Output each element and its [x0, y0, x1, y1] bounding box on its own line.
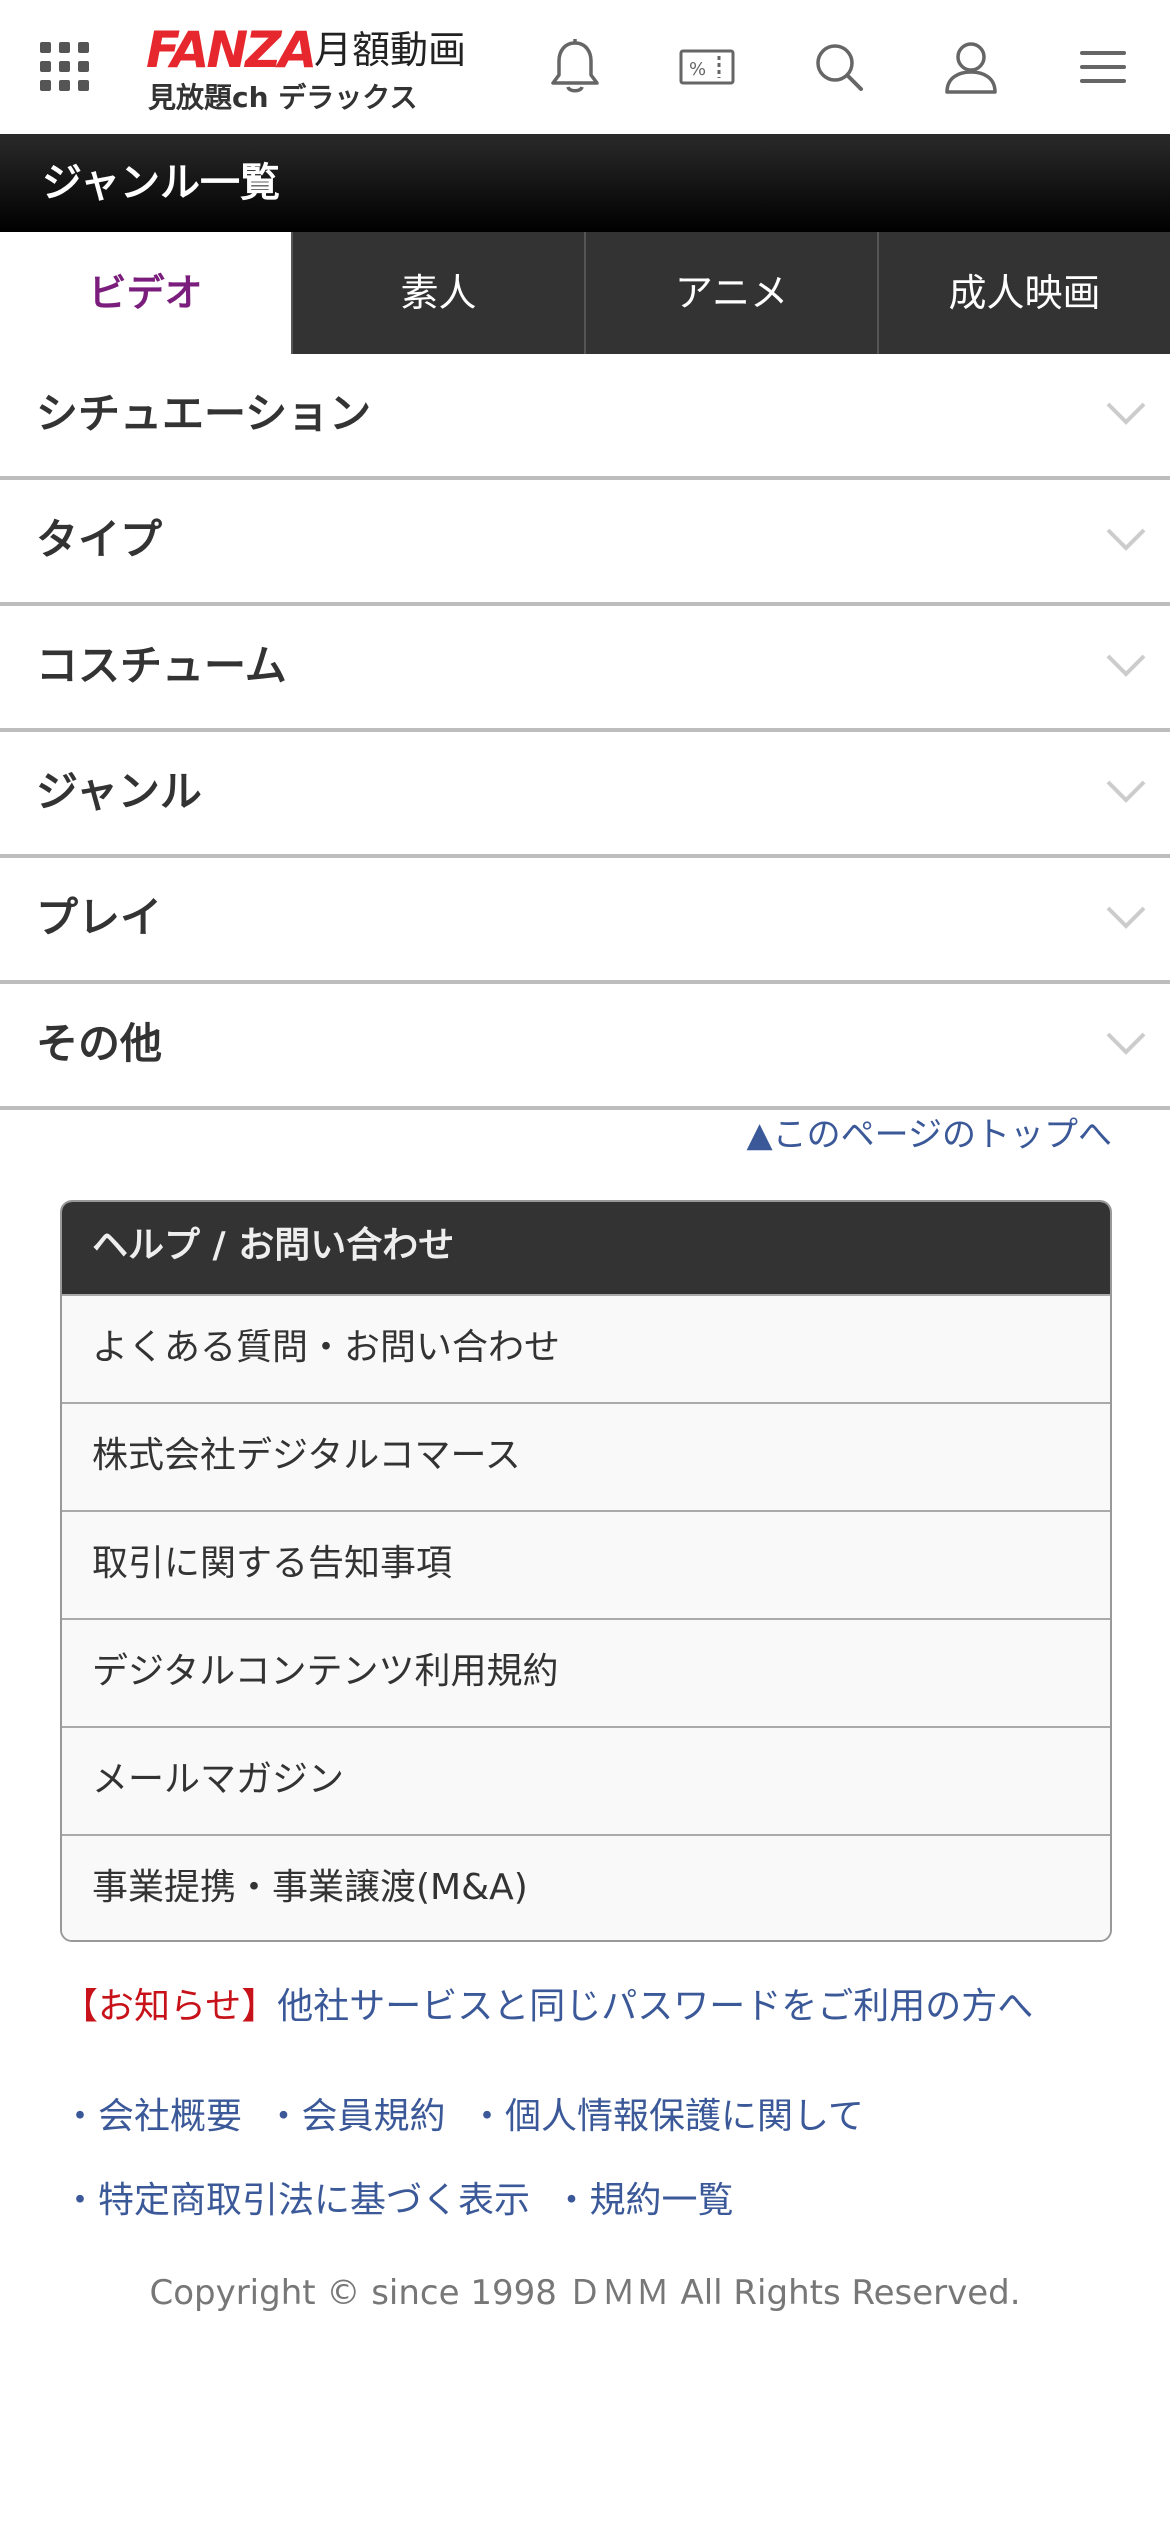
accordion-label: プレイ: [36, 893, 163, 942]
help-link-company[interactable]: 株式会社デジタルコマース: [62, 1402, 1110, 1510]
accordion-label: ジャンル: [36, 767, 202, 816]
help-link-mail-magazine[interactable]: メールマガジン: [62, 1726, 1110, 1834]
accordion-label: その他: [36, 1019, 163, 1068]
chevron-down-icon: [1106, 1032, 1146, 1055]
footer-link-privacy[interactable]: ・個人情報保護に関して: [469, 2096, 864, 2137]
accordion-item-situation[interactable]: シチュエーション: [0, 354, 1170, 480]
chevron-down-icon: [1106, 906, 1146, 929]
user-icon[interactable]: [928, 24, 1014, 110]
help-link-faq[interactable]: よくある質問・お問い合わせ: [62, 1294, 1110, 1402]
page-title: ジャンル一覧: [0, 134, 1170, 232]
accordion-item-costume[interactable]: コスチューム: [0, 606, 1170, 732]
help-link-trade-notice[interactable]: 取引に関する告知事項: [62, 1510, 1110, 1618]
help-box: ヘルプ / お問い合わせ よくある質問・お問い合わせ 株式会社デジタルコマース …: [60, 1200, 1112, 1942]
accordion-item-type[interactable]: タイプ: [0, 480, 1170, 606]
chevron-down-icon: [1106, 780, 1146, 803]
footer-link-commercial-law[interactable]: ・特定商取引法に基づく表示: [62, 2180, 530, 2221]
help-heading: ヘルプ / お問い合わせ: [62, 1202, 1110, 1294]
logo-brand: FANZA: [146, 21, 317, 79]
svg-text:%: %: [689, 59, 706, 80]
tab-video[interactable]: ビデオ: [0, 232, 291, 354]
coupon-icon[interactable]: %: [664, 24, 750, 110]
notice-label: 【お知らせ】: [62, 1986, 278, 2027]
tab-amateur[interactable]: 素人: [291, 232, 584, 354]
copyright: Copyright © since 1998 ＤＭＭ All Rights Re…: [149, 2273, 1021, 2313]
site-logo[interactable]: FANZA 月額動画 見放題ch デラックス: [146, 22, 506, 122]
chevron-down-icon: [1106, 654, 1146, 677]
footer-link-terms-list[interactable]: ・規約一覧: [553, 2180, 733, 2221]
footer-links-row-2: ・特定商取引法に基づく表示 ・規約一覧: [62, 2174, 745, 2228]
tab-anime[interactable]: アニメ: [584, 232, 877, 354]
footer-link-company-profile[interactable]: ・会社概要: [62, 2096, 242, 2137]
logo-subtitle: 見放題ch デラックス: [148, 81, 418, 114]
notice: 【お知らせ】他社サービスと同じパスワードをご利用の方へ: [62, 1980, 1033, 2034]
accordion-label: コスチューム: [36, 641, 287, 690]
chevron-down-icon: [1106, 402, 1146, 425]
logo-title: 月額動画: [314, 28, 467, 72]
help-link-content-terms[interactable]: デジタルコンテンツ利用規約: [62, 1618, 1110, 1726]
accordion-item-other[interactable]: その他: [0, 984, 1170, 1110]
footer-links-row-1: ・会社概要 ・会員規約 ・個人情報保護に関して: [62, 2090, 876, 2144]
accordion-label: タイプ: [36, 515, 163, 564]
bell-icon[interactable]: [532, 24, 618, 110]
footer-link-member-terms[interactable]: ・会員規約: [265, 2096, 445, 2137]
tab-adult-film[interactable]: 成人映画: [877, 232, 1170, 354]
header: FANZA 月額動画 見放題ch デラックス %: [0, 0, 1170, 134]
notice-link[interactable]: 他社サービスと同じパスワードをご利用の方へ: [277, 1986, 1033, 2027]
hamburger-menu-icon[interactable]: [1060, 24, 1146, 110]
accordion-label: シチュエーション: [36, 389, 372, 438]
help-link-ma[interactable]: 事業提携・事業譲渡(M&A): [62, 1834, 1110, 1940]
accordion-item-play[interactable]: プレイ: [0, 858, 1170, 984]
genre-tabs: ビデオ 素人 アニメ 成人映画: [0, 232, 1170, 354]
accordion-item-genre[interactable]: ジャンル: [0, 732, 1170, 858]
chevron-down-icon: [1106, 528, 1146, 551]
search-icon[interactable]: [796, 24, 882, 110]
page-top-link[interactable]: ▲このページのトップへ: [747, 1110, 1112, 1160]
apps-grid-icon[interactable]: [22, 24, 108, 110]
genre-accordion: シチュエーション タイプ コスチューム ジャンル プレイ その他: [0, 354, 1170, 1110]
